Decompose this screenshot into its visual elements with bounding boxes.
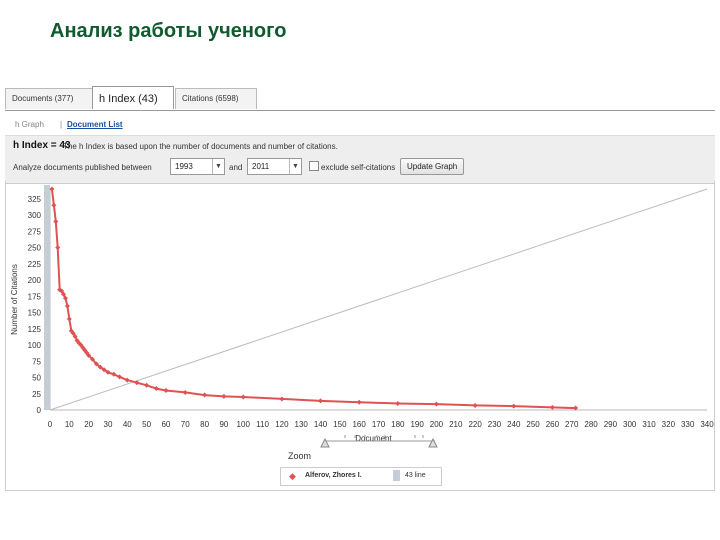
data-point — [433, 401, 439, 407]
citation-curve — [50, 188, 576, 410]
y-tick-label: 300 — [28, 211, 42, 220]
y-tick-label: 325 — [28, 195, 42, 204]
data-point — [472, 402, 478, 408]
x-tick-label: 0 — [48, 420, 53, 429]
y-tick-label: 225 — [28, 260, 42, 269]
legend-author: Alferov, Zhores I. — [305, 472, 362, 479]
data-point — [163, 388, 169, 393]
chart-legend: ◆ Alferov, Zhores I. 43 line — [280, 467, 442, 486]
x-tick-label: 170 — [372, 420, 386, 429]
y-tick-label: 150 — [28, 309, 42, 318]
data-point — [55, 245, 61, 250]
x-tick-label: 30 — [104, 420, 113, 429]
x-tick-label: 150 — [333, 420, 347, 429]
x-tick-label: 140 — [314, 420, 328, 429]
y-tick-label: 250 — [28, 244, 42, 253]
y-tick-label: 100 — [28, 341, 42, 350]
y-tick-label: 25 — [32, 390, 41, 399]
zoom-handle-right — [428, 437, 438, 448]
data-point — [356, 399, 362, 405]
x-tick-label: 10 — [65, 420, 74, 429]
x-tick-label: 240 — [507, 420, 521, 429]
h-bar — [44, 185, 50, 410]
x-tick-label: 100 — [237, 420, 251, 429]
x-tick-label: 340 — [700, 420, 714, 429]
zoom-label: Zoom — [288, 451, 312, 461]
x-tick-label: 280 — [584, 420, 598, 429]
x-tick-label: 290 — [604, 420, 618, 429]
x-tick-label: 80 — [200, 420, 209, 429]
x-tick-label: 20 — [84, 420, 93, 429]
x-tick-label: 60 — [161, 420, 170, 429]
x-tick-label: 230 — [488, 420, 502, 429]
x-tick-label: 190 — [410, 420, 424, 429]
data-point — [153, 386, 159, 392]
data-point — [53, 219, 59, 224]
h-index-chart: 0 25 50 75 100 125 150 175 200 225 250 275 300 325 0 10… — [10, 185, 714, 448]
data-point — [202, 392, 208, 398]
x-tick-label: 160 — [352, 420, 366, 429]
data-point — [549, 404, 555, 410]
data-point — [144, 382, 150, 388]
x-tick-label: 210 — [449, 420, 463, 429]
x-tick-label: 330 — [681, 420, 695, 429]
legend-line-swatch — [393, 470, 400, 481]
x-tick-label: 50 — [142, 420, 151, 429]
data-point — [240, 394, 246, 400]
slide-title: Анализ работы ученого — [50, 20, 287, 42]
data-point — [51, 202, 57, 208]
x-tick-label: 300 — [623, 420, 637, 429]
x-tick-label: 200 — [430, 420, 444, 429]
x-tick-label: 220 — [468, 420, 482, 429]
series-marker-icon: ◆ — [289, 471, 296, 481]
y-tick-label: 200 — [28, 276, 42, 285]
x-tick-label: 70 — [181, 420, 190, 429]
zoom-handle-left — [320, 437, 330, 448]
x-tick-label: 130 — [295, 420, 309, 429]
data-point — [182, 389, 188, 395]
data-point — [395, 401, 401, 406]
data-point — [221, 393, 227, 399]
y-tick-label: 50 — [32, 374, 41, 383]
y-axis-label: Number of Citations — [10, 264, 19, 335]
x-tick-label: 260 — [546, 420, 560, 429]
data-point — [64, 303, 70, 309]
x-tick-label: 120 — [275, 420, 289, 429]
data-point — [511, 403, 517, 409]
h-index-panel: Documents (377) h Index (43) Citations (… — [5, 85, 715, 491]
data-point — [318, 398, 324, 404]
y-tick-label: 275 — [28, 227, 42, 236]
x-axis-label: Document — [355, 434, 392, 443]
x-tick-label: 110 — [256, 420, 269, 429]
x-tick-label: 250 — [526, 420, 540, 429]
y-tick-label: 125 — [28, 325, 42, 334]
data-point — [279, 396, 285, 402]
y-tick-label: 175 — [28, 292, 42, 301]
y-tick-label: 75 — [32, 357, 41, 366]
x-tick-label: 90 — [219, 420, 228, 429]
y-tick-label: 0 — [37, 406, 42, 415]
x-tick-label: 320 — [662, 420, 676, 429]
h-index-line — [49, 188, 708, 411]
x-tick-label: 310 — [642, 420, 656, 429]
legend-line-label: 43 line — [405, 472, 426, 479]
x-tick-label: 270 — [565, 420, 579, 429]
x-tick-label: 180 — [391, 420, 405, 429]
x-tick-label: 40 — [123, 420, 132, 429]
data-point — [66, 316, 72, 322]
